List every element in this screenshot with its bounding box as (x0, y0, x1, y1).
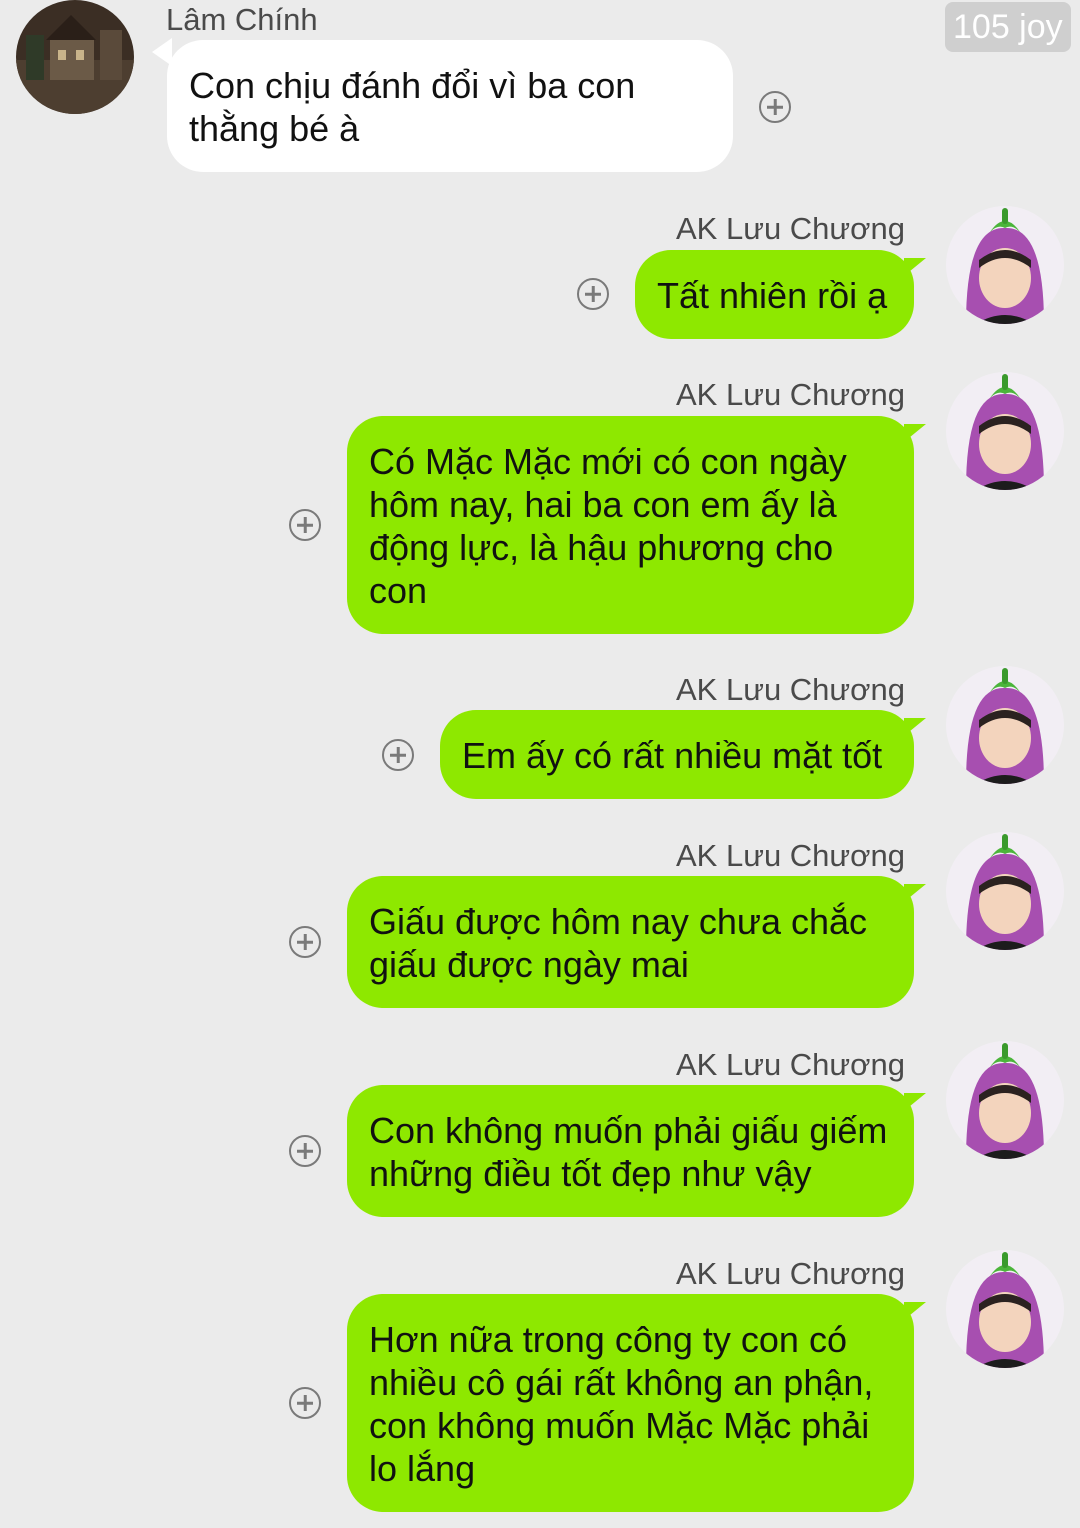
message-bubble-outgoing[interactable]: Con không muốn phải giấu giếm những điều… (347, 1085, 914, 1217)
sender-name: AK Lưu Chương (675, 211, 905, 246)
sender-name: AK Lưu Chương (675, 672, 905, 707)
message-line: Em ấy có rất nhiều mặt tốt (462, 735, 883, 776)
message-bubble-outgoing[interactable]: Giấu được hôm nay chưa chắc giấu được ng… (347, 876, 914, 1008)
avatar-ak-luu-chuong[interactable] (946, 1250, 1064, 1368)
message-line: Con không muốn phải giấu giếm (369, 1110, 888, 1151)
message-bubble-incoming[interactable]: Con chịu đánh đổi vì ba con thằng bé à (167, 40, 733, 172)
sender-name: AK Lưu Chương (675, 1047, 905, 1082)
message-bubble-outgoing[interactable]: Có Mặc Mặc mới có con ngày hôm nay, hai … (347, 416, 914, 634)
message-line: con (369, 570, 428, 611)
plus-circle-icon[interactable] (289, 509, 321, 541)
sender-name: AK Lưu Chương (675, 377, 905, 412)
avatar-ak-luu-chuong[interactable] (946, 372, 1064, 490)
message-line: thằng bé à (189, 108, 360, 149)
sender-name: Lâm Chính (166, 2, 318, 37)
message-line: Có Mặc Mặc mới có con ngày (369, 441, 847, 482)
plus-circle-icon[interactable] (289, 926, 321, 958)
message-line: Con chịu đánh đổi vì ba con (189, 65, 636, 106)
avatar-ak-luu-chuong[interactable] (946, 206, 1064, 324)
plus-circle-icon[interactable] (289, 1387, 321, 1419)
avatar-ak-luu-chuong[interactable] (946, 1041, 1064, 1159)
message-line: Tất nhiên rồi ạ (657, 275, 888, 316)
watermark-badge: 105 joy (945, 2, 1071, 52)
avatar-ak-luu-chuong[interactable] (946, 832, 1064, 950)
message-bubble-outgoing[interactable]: Tất nhiên rồi ạ (635, 250, 914, 339)
avatar-ak-luu-chuong[interactable] (946, 666, 1064, 784)
avatar-lam-chinh[interactable] (16, 0, 134, 114)
message-line: Hơn nữa trong công ty con có (369, 1319, 847, 1360)
plus-circle-icon[interactable] (382, 739, 414, 771)
plus-circle-icon[interactable] (289, 1135, 321, 1167)
message-line: giấu được ngày mai (369, 944, 689, 985)
sender-name: AK Lưu Chương (675, 1256, 905, 1291)
sender-name: AK Lưu Chương (675, 838, 905, 873)
message-line: nhiều cô gái rất không an phận, (369, 1362, 874, 1403)
message-bubble-outgoing[interactable]: Hơn nữa trong công ty con có nhiều cô gá… (347, 1294, 914, 1512)
message-line: hôm nay, hai ba con em ấy là (369, 484, 837, 525)
message-line: động lực, là hậu phương cho (369, 527, 834, 568)
message-line: những điều tốt đẹp như vậy (369, 1153, 812, 1194)
message-line: Giấu được hôm nay chưa chắc (369, 901, 868, 942)
message-line: lo lắng (369, 1448, 476, 1489)
message-line: con không muốn Mặc Mặc phải (369, 1405, 870, 1446)
message-bubble-outgoing[interactable]: Em ấy có rất nhiều mặt tốt (440, 710, 914, 799)
plus-circle-icon[interactable] (759, 91, 791, 123)
plus-circle-icon[interactable] (577, 278, 609, 310)
